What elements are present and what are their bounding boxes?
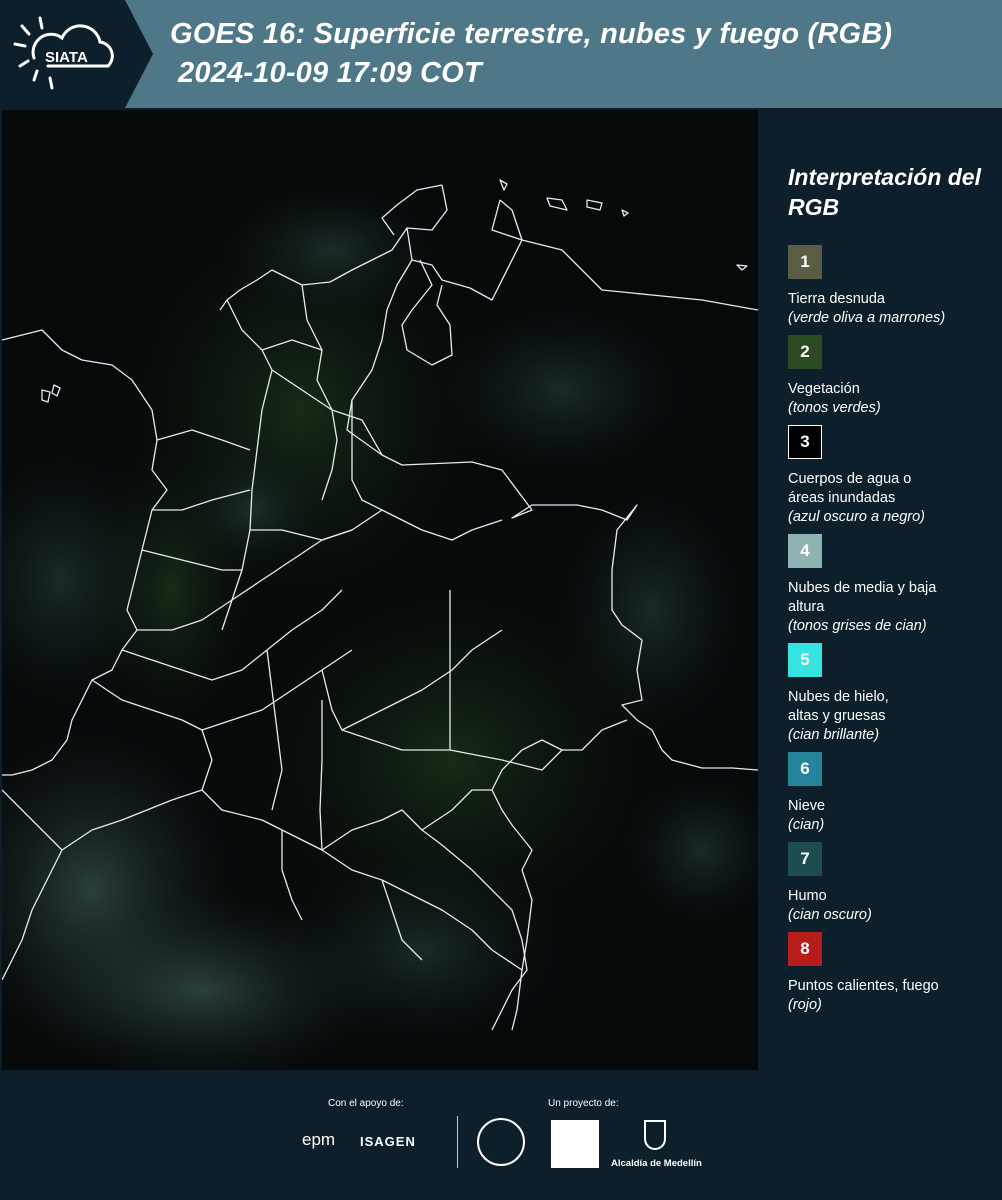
legend-label: Nieve — [788, 798, 826, 814]
legend-label: Nubes de hielo, altas y gruesas — [788, 689, 889, 724]
legend-label: Humo — [788, 888, 827, 904]
legend-item-2: 2 Vegetación (tonos verdes) — [788, 335, 998, 418]
logo-arrow-shape — [125, 0, 153, 108]
legend-swatch: 8 — [788, 932, 822, 966]
legend-item-1: 1 Tierra desnuda (verde oliva a marrones… — [788, 245, 998, 328]
isagen-logo: ISAGEN — [360, 1134, 416, 1149]
footer-divider — [457, 1116, 458, 1168]
legend-sub: (tonos verdes) — [788, 400, 881, 416]
legend-number: 8 — [800, 939, 810, 958]
legend-swatch: 7 — [788, 842, 822, 876]
legend-number: 1 — [800, 252, 810, 271]
legend-sub: (cian) — [788, 817, 825, 833]
page-title: GOES 16: Superficie terrestre, nubes y f… — [170, 18, 893, 50]
legend-number: 5 — [800, 650, 810, 669]
siata-logo-icon: SIATA — [13, 16, 114, 90]
legend-item-3: 3 Cuerpos de agua o áreas inundadas (azu… — [788, 425, 998, 527]
legend-swatch: 1 — [788, 245, 822, 279]
legend-label: Nubes de media y baja altura — [788, 580, 937, 615]
legend-number: 2 — [800, 342, 810, 361]
legend-swatch: 3 — [788, 425, 822, 459]
area-metropolitana-logo-icon — [551, 1120, 599, 1168]
legend-sub: (azul oscuro a negro) — [788, 509, 926, 525]
map-canvas — [2, 110, 758, 1070]
university-seal-icon — [477, 1118, 525, 1166]
legend-label: Puntos calientes, fuego — [788, 978, 939, 994]
legend-label: Vegetación — [788, 381, 860, 397]
legend-sub: (verde oliva a marrones) — [788, 310, 946, 326]
legend-item-8: 8 Puntos calientes, fuego (rojo) — [788, 932, 998, 1015]
legend-item-4: 4 Nubes de media y baja altura (tonos gr… — [788, 534, 998, 636]
legend-panel: Interpretación del RGB 1 Tierra desnuda … — [760, 110, 1002, 1070]
legend-number: 6 — [800, 759, 810, 778]
legend-sub: (cian brillante) — [788, 727, 880, 743]
header-bar: SIATA GOES 16: Superficie terrestre, nub… — [0, 0, 1002, 108]
legend-item-5: 5 Nubes de hielo, altas y gruesas (cian … — [788, 643, 998, 745]
legend-sub: (cian oscuro) — [788, 907, 872, 923]
siata-logo-text: SIATA — [45, 49, 88, 66]
legend-item-7: 7 Humo (cian oscuro) — [788, 842, 998, 925]
satellite-map[interactable] — [2, 110, 758, 1070]
legend-item-6: 6 Nieve (cian) — [788, 752, 998, 835]
legend-swatch: 5 — [788, 643, 822, 677]
legend-number: 3 — [800, 432, 810, 451]
legend-swatch: 6 — [788, 752, 822, 786]
legend-title: Interpretación del RGB — [788, 164, 981, 220]
legend-sub: (tonos grises de cian) — [788, 618, 927, 634]
legend-number: 4 — [800, 541, 810, 560]
legend-swatch: 2 — [788, 335, 822, 369]
support-label: Con el apoyo de: — [328, 1098, 404, 1109]
footer: Con el apoyo de: Un proyecto de: epm ISA… — [0, 1070, 1002, 1200]
project-label: Un proyecto de: — [548, 1098, 619, 1109]
legend-sub: (rojo) — [788, 997, 822, 1013]
legend-label: Tierra desnuda — [788, 291, 885, 307]
legend-swatch: 4 — [788, 534, 822, 568]
legend-number: 7 — [800, 849, 810, 868]
timestamp: 2024-10-09 17:09 COT — [178, 57, 482, 89]
siata-logo-panel: SIATA — [0, 0, 125, 108]
epm-logo: epm — [302, 1130, 336, 1149]
alcaldia-shield-icon — [644, 1120, 666, 1150]
legend-label: Cuerpos de agua o áreas inundadas — [788, 471, 912, 506]
alcaldia-label: Alcaldía de Medellín — [611, 1158, 702, 1169]
